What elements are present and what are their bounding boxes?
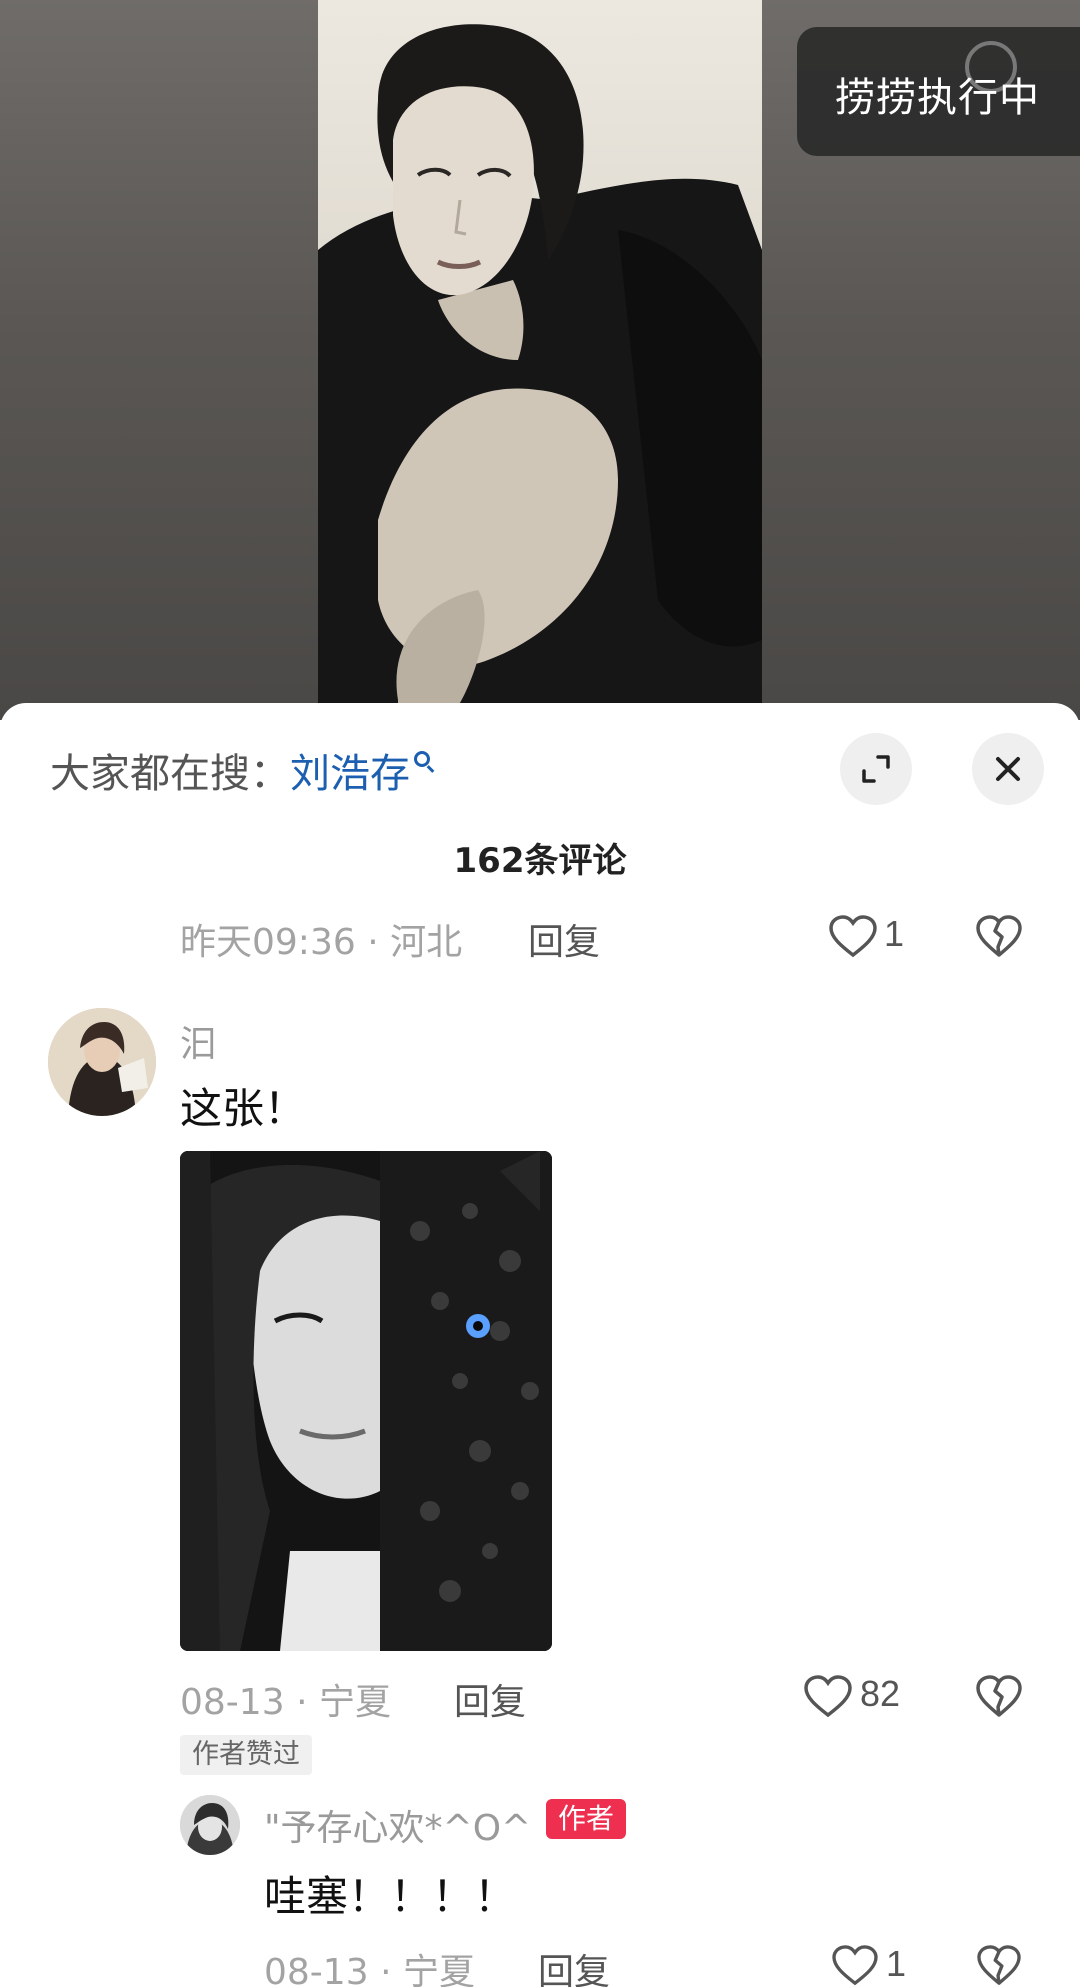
- trending-search-prefix: 大家都在搜：: [50, 751, 290, 797]
- comment-count: 162条评论: [453, 841, 627, 881]
- author-badge: 作者: [546, 1799, 627, 1839]
- comment-text: 这张！: [180, 1084, 307, 1133]
- author-liked-badge: 作者赞过: [180, 1735, 312, 1775]
- avatar[interactable]: [48, 1008, 156, 1116]
- heart-icon[interactable]: [803, 1675, 853, 1719]
- trending-search[interactable]: 大家都在搜：刘浩存: [50, 741, 430, 799]
- close-icon: [996, 757, 1020, 781]
- reply-button[interactable]: 回复: [538, 1943, 610, 1987]
- comment-meta: 08-13 · 宁夏: [180, 1673, 391, 1725]
- like-count: 1: [886, 1943, 907, 1984]
- search-icon: [414, 751, 430, 767]
- reply-time: 08-13: [264, 1952, 369, 1987]
- close-button[interactable]: [972, 733, 1044, 805]
- separator-dot: ·: [380, 1952, 392, 1987]
- broken-heart-icon[interactable]: [975, 915, 1023, 959]
- broken-heart-icon[interactable]: [975, 1675, 1023, 1719]
- comment-location: 宁夏: [318, 1682, 391, 1723]
- comment-sheet: 大家都在搜：刘浩存 162条评论 昨天09:36 · 河北 回复 1 汩 这张！…: [0, 703, 1080, 1987]
- heart-icon[interactable]: [828, 915, 878, 959]
- trending-search-keyword[interactable]: 刘浩存: [290, 751, 410, 797]
- reply-button[interactable]: 回复: [528, 913, 600, 965]
- video-background: 捞捞执行中: [0, 0, 1080, 720]
- reply-button[interactable]: 回复: [454, 1673, 526, 1725]
- executing-overlay[interactable]: 捞捞执行中: [797, 27, 1080, 156]
- video-frame[interactable]: [318, 0, 762, 720]
- comment-location: 河北: [390, 922, 463, 963]
- comment-time: 08-13: [180, 1682, 285, 1723]
- reply-meta: 08-13 · 宁夏: [264, 1943, 475, 1987]
- comment-image[interactable]: [180, 1151, 552, 1651]
- comment-time: 昨天09:36: [180, 922, 356, 963]
- comment-photo: [180, 1151, 552, 1651]
- reply-username[interactable]: "予存心欢*^O^: [264, 1799, 531, 1851]
- like-count: 82: [860, 1673, 901, 1714]
- broken-heart-icon[interactable]: [975, 1945, 1023, 1987]
- like-count: 1: [884, 913, 905, 954]
- expand-icon: [862, 755, 890, 783]
- reply-avatar[interactable]: [180, 1795, 240, 1855]
- comment-username[interactable]: 汩: [180, 1015, 216, 1067]
- executing-label: 捞捞执行中: [835, 75, 1040, 121]
- avatar-image: [48, 1008, 156, 1116]
- comment-meta: 昨天09:36 · 河北: [180, 913, 462, 965]
- separator-dot: ·: [367, 922, 379, 963]
- reply-avatar-image: [180, 1795, 240, 1855]
- reply-text: 哇塞！！！！: [264, 1872, 517, 1921]
- portrait-photo: [318, 24, 762, 720]
- expand-button[interactable]: [840, 733, 912, 805]
- reply-location: 宁夏: [402, 1952, 475, 1987]
- heart-icon[interactable]: [830, 1945, 880, 1987]
- separator-dot: ·: [296, 1682, 308, 1723]
